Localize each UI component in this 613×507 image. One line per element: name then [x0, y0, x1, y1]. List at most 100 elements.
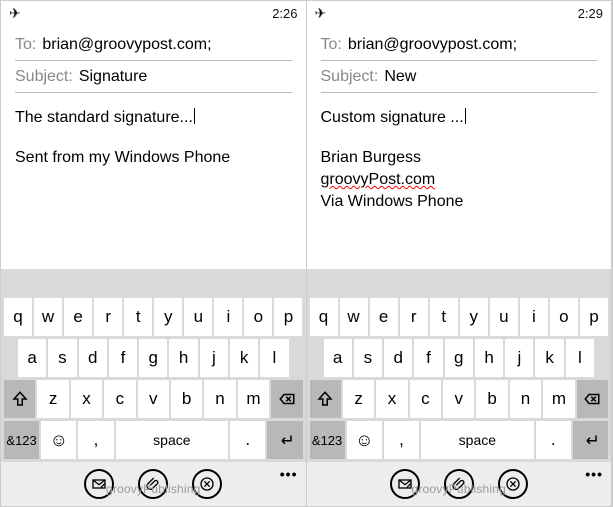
key-y[interactable]: y: [460, 298, 488, 336]
send-icon: [91, 476, 107, 492]
shift-icon: [316, 390, 334, 408]
key-v[interactable]: v: [443, 380, 474, 418]
close-button[interactable]: [192, 469, 222, 499]
attach-button[interactable]: [444, 469, 474, 499]
key-i[interactable]: i: [520, 298, 548, 336]
more-button[interactable]: •••: [585, 466, 603, 482]
key-p[interactable]: p: [580, 298, 608, 336]
close-icon: [505, 476, 521, 492]
compose-area: To: brian@groovypost.com; Subject: Signa…: [1, 23, 306, 269]
key-a[interactable]: a: [324, 339, 352, 377]
key-o[interactable]: o: [550, 298, 578, 336]
key-space[interactable]: space: [421, 421, 534, 459]
key-r[interactable]: r: [400, 298, 428, 336]
enter-icon: [581, 431, 599, 449]
key-l[interactable]: l: [260, 339, 288, 377]
key-h[interactable]: h: [475, 339, 503, 377]
key-z[interactable]: z: [37, 380, 68, 418]
backspace-icon: [583, 390, 601, 408]
keyboard-row-4: &123 ☺ , space .: [310, 421, 609, 459]
key-shift[interactable]: [4, 380, 35, 418]
key-shift[interactable]: [310, 380, 341, 418]
key-m[interactable]: m: [238, 380, 269, 418]
airplane-mode-icon: ✈: [9, 5, 21, 22]
key-space[interactable]: space: [116, 421, 229, 459]
key-j[interactable]: j: [200, 339, 228, 377]
key-emoji[interactable]: ☺: [41, 421, 76, 459]
key-b[interactable]: b: [476, 380, 507, 418]
key-m[interactable]: m: [543, 380, 574, 418]
key-s[interactable]: s: [48, 339, 76, 377]
key-n[interactable]: n: [204, 380, 235, 418]
key-comma[interactable]: ,: [78, 421, 113, 459]
key-g[interactable]: g: [139, 339, 167, 377]
subject-field[interactable]: Subject: Signature: [15, 61, 292, 93]
subject-field[interactable]: Subject: New: [321, 61, 598, 93]
status-bar: ✈ 2:29: [307, 1, 612, 23]
key-o[interactable]: o: [244, 298, 272, 336]
key-r[interactable]: r: [94, 298, 122, 336]
key-f[interactable]: f: [109, 339, 137, 377]
key-x[interactable]: x: [71, 380, 102, 418]
keyboard-row-2: a s d f g h j k l: [4, 339, 303, 377]
signature-line: Via Windows Phone: [321, 191, 598, 213]
key-l[interactable]: l: [566, 339, 594, 377]
key-f[interactable]: f: [414, 339, 442, 377]
subject-value: New: [384, 68, 416, 86]
email-body[interactable]: Custom signature ... Brian Burgess groov…: [321, 93, 598, 213]
key-h[interactable]: h: [169, 339, 197, 377]
key-k[interactable]: k: [230, 339, 258, 377]
email-body[interactable]: The standard signature... Sent from my W…: [15, 93, 292, 169]
key-comma[interactable]: ,: [384, 421, 419, 459]
close-button[interactable]: [498, 469, 528, 499]
key-backspace[interactable]: [577, 380, 608, 418]
key-c[interactable]: c: [410, 380, 441, 418]
key-d[interactable]: d: [384, 339, 412, 377]
key-period[interactable]: .: [536, 421, 571, 459]
key-n[interactable]: n: [510, 380, 541, 418]
key-e[interactable]: e: [370, 298, 398, 336]
key-w[interactable]: w: [34, 298, 62, 336]
key-e[interactable]: e: [64, 298, 92, 336]
signature-block: Sent from my Windows Phone: [15, 147, 292, 169]
key-a[interactable]: a: [18, 339, 46, 377]
key-k[interactable]: k: [535, 339, 563, 377]
key-t[interactable]: t: [430, 298, 458, 336]
key-q[interactable]: q: [4, 298, 32, 336]
keyboard-row-1: q w e r t y u i o p: [310, 298, 609, 336]
key-enter[interactable]: [573, 421, 608, 459]
phone-screen-left: ✈ 2:26 To: brian@groovypost.com; Subject…: [1, 1, 307, 506]
key-u[interactable]: u: [184, 298, 212, 336]
key-enter[interactable]: [267, 421, 302, 459]
key-w[interactable]: w: [340, 298, 368, 336]
key-p[interactable]: p: [274, 298, 302, 336]
key-c[interactable]: c: [104, 380, 135, 418]
key-i[interactable]: i: [214, 298, 242, 336]
send-button[interactable]: [84, 469, 114, 499]
key-z[interactable]: z: [343, 380, 374, 418]
key-backspace[interactable]: [271, 380, 302, 418]
attach-button[interactable]: [138, 469, 168, 499]
key-x[interactable]: x: [376, 380, 407, 418]
key-v[interactable]: v: [138, 380, 169, 418]
key-symbols[interactable]: &123: [4, 421, 39, 459]
key-g[interactable]: g: [445, 339, 473, 377]
key-y[interactable]: y: [154, 298, 182, 336]
key-s[interactable]: s: [354, 339, 382, 377]
to-field[interactable]: To: brian@groovypost.com;: [15, 29, 292, 61]
key-symbols[interactable]: &123: [310, 421, 345, 459]
key-u[interactable]: u: [490, 298, 518, 336]
to-field[interactable]: To: brian@groovypost.com;: [321, 29, 598, 61]
key-q[interactable]: q: [310, 298, 338, 336]
clock: 2:29: [578, 6, 603, 21]
more-button[interactable]: •••: [280, 466, 298, 482]
keyboard: q w e r t y u i o p a s d f g h j k l z: [307, 295, 612, 462]
app-bar: •••: [307, 462, 612, 506]
send-button[interactable]: [390, 469, 420, 499]
key-d[interactable]: d: [79, 339, 107, 377]
key-emoji[interactable]: ☺: [347, 421, 382, 459]
key-t[interactable]: t: [124, 298, 152, 336]
key-period[interactable]: .: [230, 421, 265, 459]
key-b[interactable]: b: [171, 380, 202, 418]
key-j[interactable]: j: [505, 339, 533, 377]
